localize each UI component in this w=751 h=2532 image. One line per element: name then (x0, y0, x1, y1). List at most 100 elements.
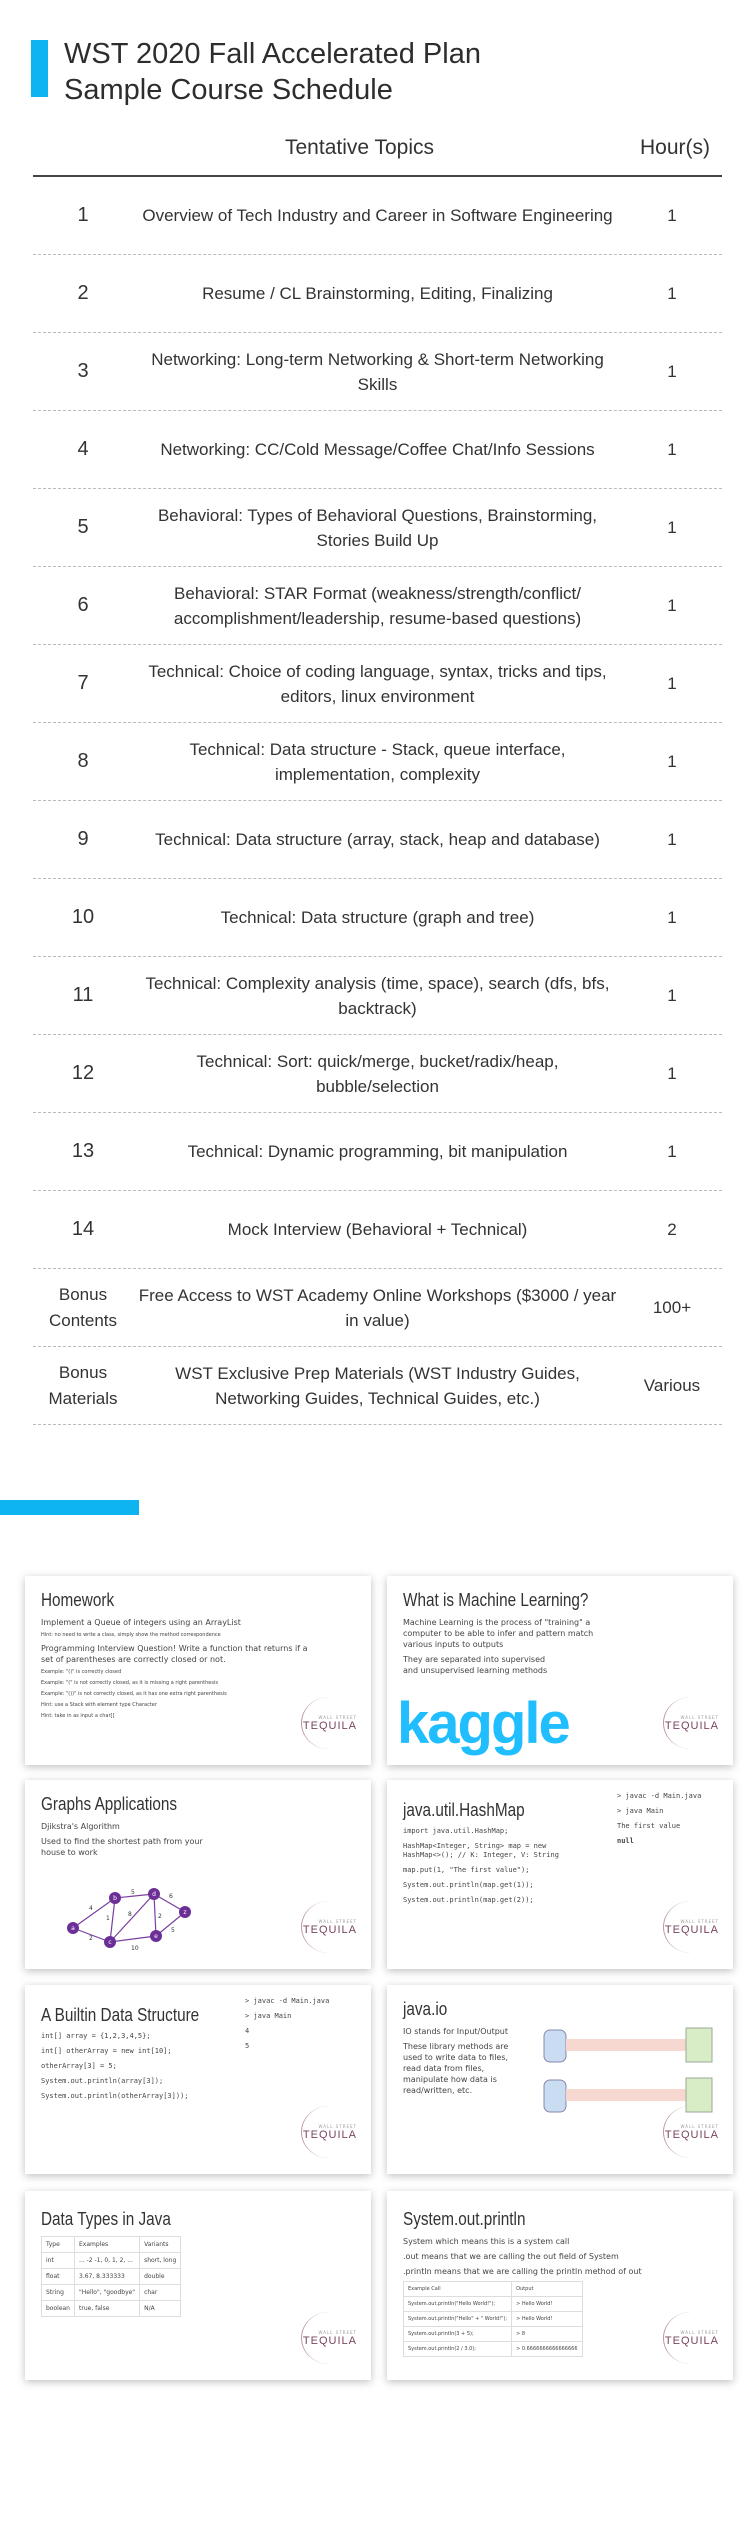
table-row: System.out.println(2 / 3.0); > 0.66666666… (402, 2341, 583, 2357)
table-cell: double (139, 2268, 182, 2285)
header-hours: Hour(s) (640, 136, 711, 159)
svg-text:b: b (113, 1895, 117, 1902)
slide-text: Example: "())" is not correctly closed, … (41, 1691, 227, 1697)
page-title: WST 2020 Fall Accelerated Plan Sample Cou… (64, 36, 481, 108)
console-output: > javac -d Main.java > java Main The first… (617, 1792, 702, 1845)
table-cell: > 8 (511, 2326, 583, 2342)
table-cell: short, long (139, 2252, 182, 2269)
slide-title: java.io (403, 1999, 448, 2019)
slide-title: Data Types in Java (41, 2209, 171, 2229)
table-cell: > Hello World! (511, 2296, 583, 2312)
row-number: 4 (77, 438, 89, 460)
kaggle-logo: kaggle (397, 1691, 571, 1756)
title-accent-bar (31, 40, 48, 97)
table-row: 12 Technical: Sort: quick/merge, bucket/r… (33, 1035, 722, 1113)
slide-text: Example: "()" is correctly closed (41, 1669, 122, 1675)
slide-text: Implement a Queue of integers using an A… (41, 1618, 241, 1627)
println-table: Example Call Output System.out.println("He… (402, 2281, 583, 2357)
svg-text:z: z (183, 1909, 186, 1916)
code-line: System.out.println(map.get(1)); (403, 1881, 534, 1889)
row-hours: 1 (667, 361, 677, 381)
slide-homework: Homework Implement a Queue of integers u… (25, 1576, 371, 1765)
table-row: 9 Technical: Data structure (array, stack… (33, 801, 722, 879)
section-accent-bar (0, 1500, 139, 1515)
table-header-cell: Example Call (402, 2281, 513, 2297)
slide-builtin-data-structure: A Builtin Data Structure int[] array = {… (25, 1985, 371, 2174)
slide-machine-learning: What is Machine Learning? Machine Learni… (387, 1576, 733, 1765)
svg-text:5: 5 (171, 1927, 175, 1934)
row-hours: 2 (667, 1219, 677, 1239)
row-hours: 1 (667, 829, 677, 849)
title-line-2: Sample Course Schedule (64, 74, 393, 106)
table-row: System.out.println("Hello World!"); > Hel… (402, 2296, 583, 2312)
row-hours: 1 (667, 439, 677, 459)
table-header-cell: Output (511, 2281, 583, 2297)
row-number: 9 (77, 828, 89, 850)
table-cell: System.out.println("Hello" + " World!"); (402, 2311, 513, 2327)
row-number: 12 (71, 1062, 95, 1084)
table-row: 2 Resume / CL Brainstorming, Editing, Fin… (33, 255, 722, 333)
slide-text: Djikstra's Algorithm (41, 1822, 120, 1831)
slide-text: Programming Interview Question! Write a … (41, 1644, 308, 1664)
code-line: map.put(1, "The first value"); (403, 1866, 530, 1874)
table-header-cell: Type (41, 2236, 75, 2253)
code-line: System.out.println(map.get(2)); (403, 1896, 534, 1904)
table-row: int... -2 -1, 0, 1, 2, ... short, long (41, 2252, 182, 2269)
graph-diagram: a b c d e z 4 2 1 5 8 2 10 6 5 (67, 1888, 191, 1952)
svg-text:2: 2 (89, 1935, 93, 1942)
data-types-table: Type Examples Variants int... -2 -1, 0, 1, … (41, 2236, 182, 2317)
row-hours: 1 (667, 595, 677, 615)
table-row: 8 Technical: Data structure - Stack, queu… (33, 723, 722, 801)
row-hours: 1 (667, 673, 677, 693)
svg-text:5: 5 (131, 1889, 135, 1896)
row-topic: Behavioral: STAR Format (weakness/streng… (173, 583, 582, 628)
slide-text: Machine Learning is the process of "trai… (403, 1618, 594, 1649)
table-header-row: Type Examples Variants (41, 2236, 182, 2253)
row-topic: Technical: Complexity analysis (time, sp… (145, 973, 610, 1018)
row-number: Bonus Materials (48, 1362, 118, 1408)
row-number: 6 (77, 594, 89, 616)
row-number: 3 (77, 360, 89, 382)
row-hours: 1 (667, 1063, 677, 1083)
table-header-cell: Examples (73, 2236, 141, 2253)
table-cell: > Hello World! (511, 2311, 583, 2327)
table-row: 6 Behavioral: STAR Format (weakness/stren… (33, 567, 722, 645)
table-row: 3 Networking: Long-term Networking & Shor… (33, 333, 722, 411)
row-topic: Technical: Data structure (graph and tre… (220, 908, 535, 927)
table-cell: true, false (73, 2300, 141, 2317)
table-cell: ... -2 -1, 0, 1, 2, ... (73, 2252, 141, 2269)
table-row: Bonus Contents Free Access to WST Academy… (33, 1269, 722, 1347)
tequila-logo: WALL STREET TEQUILA (663, 2106, 719, 2158)
row-number: 7 (77, 672, 89, 694)
slide-println: System.out.println System which means th… (387, 2191, 733, 2380)
table-row: float 3.67, 8.333333 double (41, 2268, 182, 2285)
row-topic: Resume / CL Brainstorming, Editing, Fina… (202, 284, 553, 303)
slide-text: System which means this is a system call (403, 2237, 570, 2246)
row-topic: Free Access to WST Academy Online Worksh… (138, 1285, 617, 1330)
svg-text:1: 1 (106, 1915, 110, 1922)
row-topic: WST Exclusive Prep Materials (WST Indust… (175, 1363, 580, 1408)
slide-java-io: java.io IO stands for Input/Output These… (387, 1985, 733, 2174)
row-hours: Various (643, 1375, 701, 1395)
row-topic: Technical: Sort: quick/merge, bucket/rad… (196, 1051, 559, 1096)
slide-text: These library methods are used to write … (403, 2042, 509, 2095)
row-hours: 1 (667, 985, 677, 1005)
console-output: > javac -d Main.java > java Main 4 5 (245, 1997, 330, 2050)
svg-text:e: e (154, 1933, 158, 1940)
row-number: 10 (71, 906, 95, 928)
row-hours: 1 (667, 283, 677, 303)
row-hours: 1 (667, 205, 677, 225)
svg-text:4: 4 (89, 1905, 93, 1912)
tequila-logo: WALL STREET TEQUILA (301, 1901, 357, 1953)
table-row: 14 Mock Interview (Behavioral + Technical… (33, 1191, 722, 1269)
table-row: String "Hello", "goodbye" char (41, 2284, 182, 2301)
row-topic: Technical: Data structure - Stack, queue… (189, 739, 566, 784)
code-line: HashMap<Integer, String> map = new HashM… (403, 1842, 559, 1859)
slide-hashmap: java.util.HashMap import java.util.HashM… (387, 1780, 733, 1969)
slide-text: Hint: no need to write a class, simply s… (41, 1632, 221, 1638)
tequila-logo: WALL STREET TEQUILA (663, 1901, 719, 1953)
row-number: 14 (71, 1218, 95, 1240)
row-topic: Overview of Tech Industry and Career in … (142, 206, 613, 225)
table-row: 5 Behavioral: Types of Behavioral Questio… (33, 489, 722, 567)
row-hours: 1 (667, 907, 677, 927)
